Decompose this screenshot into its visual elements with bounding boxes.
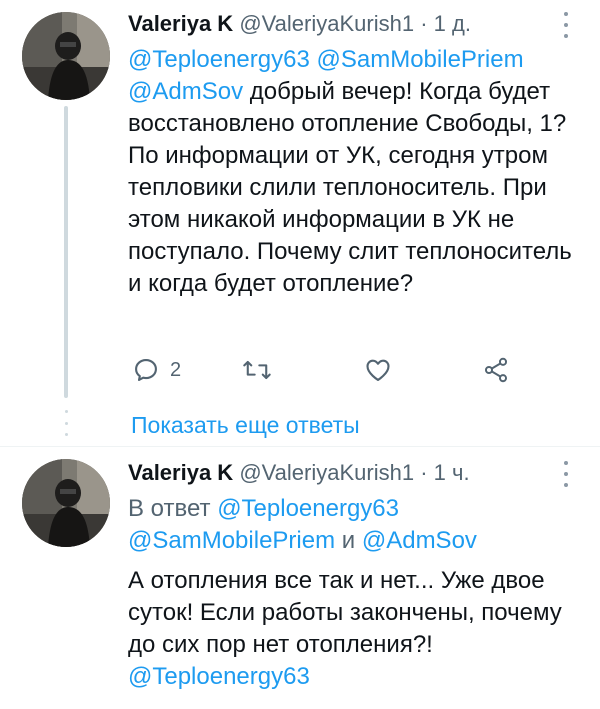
more-options-icon[interactable] xyxy=(556,461,576,487)
thread-continuation-dots xyxy=(63,410,69,436)
heart-icon xyxy=(366,359,390,381)
tweet-header: Valeriya K @ValeriyaKurish1 · 1 ч. xyxy=(128,459,470,487)
mention-link[interactable]: @Teploenergy63 xyxy=(128,663,310,690)
author-name[interactable]: Valeriya K xyxy=(128,11,233,36)
retweet-button[interactable] xyxy=(242,356,272,384)
reply-icon xyxy=(135,359,157,381)
tweet-body: добрый вечер! Когда будет восстановлено … xyxy=(128,78,572,297)
like-button[interactable] xyxy=(364,356,392,384)
mention-link[interactable]: @Teploenergy63 xyxy=(217,495,399,522)
tweet-text: А отопления все так и нет... Уже двое су… xyxy=(128,565,578,693)
mention-link[interactable]: @SamMobilePriem xyxy=(317,46,524,73)
author-name[interactable]: Valeriya K xyxy=(128,460,233,485)
author-handle[interactable]: @ValeriyaKurish1 xyxy=(239,460,414,485)
tweet-1[interactable]: Valeriya K @ValeriyaKurish1 · 1 д. @Tepl… xyxy=(0,0,600,400)
avatar[interactable] xyxy=(22,459,110,547)
more-options-icon[interactable] xyxy=(556,12,576,38)
retweet-icon xyxy=(243,360,271,380)
tweet-actions: 2 xyxy=(128,356,528,392)
reply-button[interactable]: 2 xyxy=(132,356,181,384)
mention-link[interactable]: @SamMobilePriem xyxy=(128,527,335,554)
author-handle[interactable]: @ValeriyaKurish1 xyxy=(239,11,414,36)
thread-line xyxy=(64,106,68,398)
timestamp[interactable]: 1 д. xyxy=(434,11,471,36)
share-icon xyxy=(484,357,508,383)
reply-count: 2 xyxy=(170,358,182,381)
reply-context: В ответ @Teploenergy63 @SamMobilePriem и… xyxy=(128,493,578,557)
mention-link[interactable]: @AdmSov xyxy=(362,527,477,554)
tweet-text: @Teploenergy63 @SamMobilePriem @AdmSov д… xyxy=(128,44,578,300)
share-button[interactable] xyxy=(482,356,510,384)
tweet-2[interactable]: Valeriya K @ValeriyaKurish1 · 1 ч. В отв… xyxy=(0,447,600,709)
avatar-photo xyxy=(22,12,110,100)
separator-dot: · xyxy=(420,11,428,36)
avatar[interactable] xyxy=(22,12,110,100)
tweet-body: А отопления все так и нет... Уже двое су… xyxy=(128,567,562,658)
mention-link[interactable]: @Teploenergy63 xyxy=(128,46,310,73)
avatar-photo xyxy=(22,459,110,547)
tweet-header: Valeriya K @ValeriyaKurish1 · 1 д. xyxy=(128,10,471,38)
separator-dot: · xyxy=(420,460,428,485)
reply-and: и xyxy=(335,527,362,554)
timestamp[interactable]: 1 ч. xyxy=(434,460,470,485)
show-more-replies-link[interactable]: Показать еще ответы xyxy=(131,412,360,439)
mention-link[interactable]: @AdmSov xyxy=(128,78,243,105)
reply-prefix: В ответ xyxy=(128,495,218,522)
